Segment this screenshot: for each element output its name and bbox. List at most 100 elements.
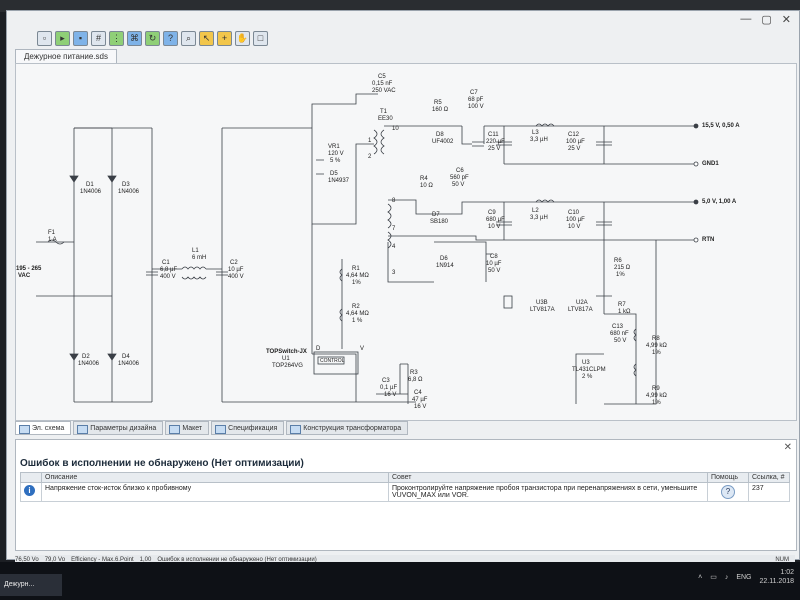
c3-rating: 16 V bbox=[384, 392, 397, 398]
c7-label: C7 bbox=[470, 90, 478, 96]
f1-value: 1 A bbox=[48, 237, 57, 243]
save-icon[interactable]: ▪ bbox=[73, 30, 88, 46]
input-voltage-label: 195 - 265 bbox=[16, 266, 42, 272]
r8-label: R8 bbox=[652, 336, 660, 342]
c13-label: C13 bbox=[612, 324, 624, 330]
close-icon[interactable]: ✕ bbox=[782, 13, 791, 26]
grid-icon[interactable]: # bbox=[91, 30, 106, 46]
search-icon[interactable]: ⌕ bbox=[181, 30, 196, 46]
column-help[interactable]: Помощь bbox=[707, 472, 749, 483]
row-link[interactable]: 237 bbox=[748, 482, 790, 502]
c10-rating: 10 V bbox=[568, 224, 581, 230]
pin-2-label: 2 bbox=[368, 154, 372, 160]
output-5v-label: 5,0 V, 1,00 A bbox=[702, 199, 737, 205]
c4-label: C4 bbox=[414, 390, 422, 396]
control-pin-label: CONTROL bbox=[320, 358, 345, 364]
r6-tolerance: 1% bbox=[616, 272, 625, 278]
d4-label: D4 bbox=[122, 354, 130, 360]
tab-design-parameters[interactable]: Параметры дизайна bbox=[73, 421, 164, 435]
u3-label: U3 bbox=[582, 360, 590, 366]
maximize-icon[interactable]: ▢ bbox=[761, 13, 771, 26]
r9-label: R9 bbox=[652, 386, 660, 392]
l3-value: 3,3 µH bbox=[530, 137, 548, 143]
d8-part: UF4002 bbox=[432, 139, 454, 145]
window-controls: — ▢ ✕ bbox=[740, 13, 791, 26]
zoom-icon[interactable]: + bbox=[217, 30, 232, 46]
taskbar-app-button[interactable]: Дежурн... bbox=[0, 574, 62, 596]
refresh-icon[interactable]: ↻ bbox=[145, 30, 160, 46]
minimize-icon[interactable]: — bbox=[740, 13, 751, 26]
row-icon-cell: i bbox=[20, 482, 42, 502]
tree-icon[interactable]: ⋮ bbox=[109, 30, 124, 46]
toolbar: ▫ ▸ ▪ # ⋮ ⌘ ↻ ? ⌕ ↖ + ✋ □ bbox=[11, 29, 795, 47]
parameters-icon bbox=[77, 425, 89, 434]
u1-part: TOP264VG bbox=[272, 363, 303, 369]
pin-d-label: D bbox=[316, 346, 321, 352]
u3-tolerance: 2 % bbox=[582, 374, 593, 380]
pin-1-label: 1 bbox=[368, 138, 372, 144]
t1-label: T1 bbox=[380, 109, 388, 115]
messages-title: Ошибок в исполнении не обнаружено (Нет о… bbox=[20, 458, 304, 469]
transformer-icon bbox=[290, 425, 302, 434]
question-icon[interactable]: ? bbox=[721, 485, 735, 499]
document-tab[interactable]: Дежурное питание.sds bbox=[15, 49, 117, 63]
r7-label: R7 bbox=[618, 302, 626, 308]
c4-value: 47 µF bbox=[412, 397, 428, 403]
d7-label: D7 bbox=[432, 212, 440, 218]
r2-tolerance: 1 % bbox=[352, 318, 363, 324]
schematic-canvas[interactable]: C5 0,15 nF 250 VAC T1 EE30 R5 160 Ω C7 6… bbox=[15, 63, 797, 421]
c2-label: C2 bbox=[230, 260, 238, 266]
language-indicator[interactable]: ENG bbox=[736, 574, 751, 581]
c2-value: 10 µF bbox=[228, 267, 244, 273]
column-advice[interactable]: Совет bbox=[388, 472, 708, 483]
tab-layout[interactable]: Макет bbox=[165, 421, 210, 435]
close-panel-icon[interactable]: ✕ bbox=[784, 442, 792, 453]
r9-tolerance: 1% bbox=[652, 400, 661, 406]
chevron-up-icon[interactable]: ˄ bbox=[698, 574, 702, 581]
c10-label: C10 bbox=[568, 210, 580, 216]
tab-transformer-design[interactable]: Конструкция трансформатора bbox=[286, 421, 409, 435]
row-description: Напряжение сток-исток близко к пробивном… bbox=[41, 482, 389, 502]
network-icon[interactable]: ▭ bbox=[710, 573, 717, 581]
r2-label: R2 bbox=[352, 304, 360, 310]
d4-part: 1N4006 bbox=[118, 361, 140, 367]
open-icon[interactable]: ▸ bbox=[55, 30, 70, 46]
tab-bom[interactable]: Спецификация bbox=[211, 421, 285, 435]
l2-value: 3,3 µH bbox=[530, 215, 548, 221]
d2-part: 1N4006 bbox=[78, 361, 100, 367]
u2a-label: U2A bbox=[576, 300, 588, 306]
d1-part: 1N4006 bbox=[80, 189, 102, 195]
network-icon[interactable]: ⌘ bbox=[127, 30, 142, 46]
row-help-cell: ? bbox=[707, 482, 749, 502]
app-window: — ▢ ✕ ▫ ▸ ▪ # ⋮ ⌘ ↻ ? ⌕ ↖ + ✋ □ Дежурное… bbox=[6, 10, 800, 565]
table-row[interactable]: i Напряжение сток-исток близко к пробивн… bbox=[20, 482, 790, 502]
select-icon[interactable]: ↖ bbox=[199, 30, 214, 46]
new-icon[interactable]: ▫ bbox=[37, 30, 52, 46]
c6-rating: 50 V bbox=[452, 182, 465, 188]
d5-part: 1N4937 bbox=[328, 178, 350, 184]
d3-label: D3 bbox=[122, 182, 130, 188]
fit-icon[interactable]: □ bbox=[253, 30, 268, 46]
input-voltage-unit: VAC bbox=[18, 273, 31, 279]
column-description[interactable]: Описание bbox=[41, 472, 389, 483]
d5-label: D5 bbox=[330, 171, 338, 177]
u3b-part: LTV817A bbox=[530, 307, 555, 313]
bom-icon bbox=[215, 425, 227, 434]
column-link[interactable]: Ссылка, # bbox=[748, 472, 790, 483]
vr1-label: VR1 bbox=[328, 144, 340, 150]
tab-schematic[interactable]: Эл. схема bbox=[15, 421, 72, 435]
layout-icon bbox=[169, 425, 181, 434]
clock[interactable]: 1:02 22.11.2018 bbox=[759, 568, 794, 586]
clock-date: 22.11.2018 bbox=[759, 578, 794, 585]
r1-tolerance: 1% bbox=[352, 280, 361, 286]
l1-label: L1 bbox=[192, 248, 199, 254]
c7-rating: 100 V bbox=[468, 104, 484, 110]
clock-time: 1:02 bbox=[780, 569, 794, 576]
help-icon[interactable]: ? bbox=[163, 30, 178, 46]
vr1-tolerance: 5 % bbox=[330, 158, 341, 164]
ic-family-label: TOPSwitch-JX bbox=[266, 349, 307, 355]
volume-icon[interactable]: ♪ bbox=[725, 574, 729, 581]
r7-value: 1 kΩ bbox=[618, 309, 631, 315]
pan-icon[interactable]: ✋ bbox=[235, 30, 250, 46]
r6-label: R6 bbox=[614, 258, 622, 264]
